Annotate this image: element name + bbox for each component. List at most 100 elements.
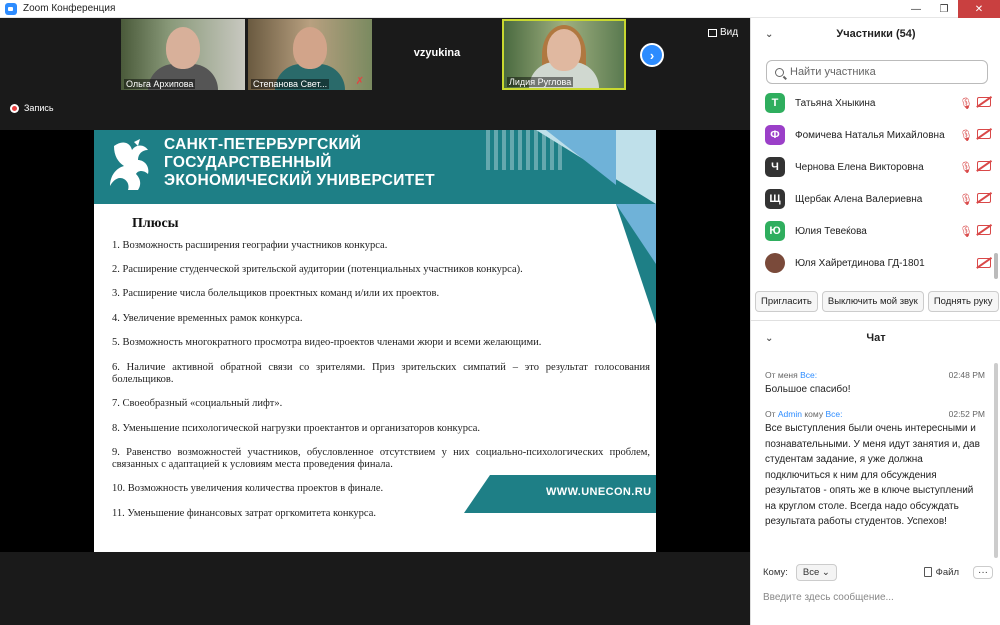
record-icon [10,103,19,113]
participant-name: Юля Хайретдинова ГД-1801 [795,257,925,269]
video-thumb-4[interactable]: Лидия Руглова [502,19,626,90]
participant-video [293,27,327,69]
to-label: Кому: [763,566,788,578]
mic-muted-icon[interactable]: 🎙︎ [959,129,973,142]
video-thumb-1[interactable]: Ольга Архипова [121,19,245,90]
maximize-button[interactable]: ❐ [930,0,958,18]
chat-header: ⌄ Чат [751,326,1000,350]
message-to[interactable]: Все: [800,370,817,380]
avatar: Ф [765,125,785,145]
slide-item: 9. Равенство возможностей участников, об… [112,447,650,470]
thumb-name: Лидия Руглова [507,77,574,87]
slide-header: САНКТ-ПЕТЕРБУРГСКИЙ ГОСУДАРСТВЕННЫЙ ЭКОН… [94,130,656,204]
file-button[interactable]: Файл [923,567,959,578]
chat-title: Чат [866,332,886,344]
video-thumb-2[interactable]: Степанова Свет... ✗ [248,19,372,90]
thumb-name: Степанова Свет... [251,79,330,89]
participant-scrollbar[interactable] [994,253,998,279]
video-off-icon[interactable] [977,192,991,203]
invite-button[interactable]: Пригласить [755,291,818,312]
university-line: ГОСУДАРСТВЕННЫЙ [164,154,332,171]
participant-actions: Пригласить Выключить мой звук Поднять ру… [755,291,999,312]
decor-shape [616,204,656,264]
video-off-icon[interactable] [977,128,991,139]
raise-hand-button[interactable]: Поднять руку [927,291,999,312]
participant-name: Щербак Алена Валериевна [795,193,923,205]
window-title: Zoom Конференция [23,3,116,14]
mic-muted-icon[interactable]: 🎙︎ [959,225,973,238]
slide-item: 2. Расширение студенческой зрительской а… [112,264,523,275]
slide-item: 6. Наличие активной обратной связи со зр… [112,362,650,385]
slide-item: 5. Возможность многократного просмотра в… [112,337,542,348]
message-text: Большое спасибо! [765,384,851,395]
minimize-button[interactable]: — [902,0,930,18]
slide-url: WWW.UNECON.RU [546,486,652,498]
avatar: Т [765,93,785,113]
video-off-icon[interactable] [977,258,991,268]
view-label: Вид [720,27,739,38]
mic-muted-icon[interactable]: 🎙︎ [959,193,973,206]
message-from: От [765,409,776,419]
slide-title: Плюсы [132,216,179,231]
slide-item: 3. Расширение числа болельщиков проектны… [112,288,440,299]
participant-row[interactable]: Юля Хайретдинова ГД-1801 [751,248,995,278]
slide-item: 8. Уменьшение психологической нагрузки п… [112,423,481,434]
participant-name: Фомичева Наталья Михайловна [795,129,945,141]
thumb-name: Ольга Архипова [124,79,196,89]
close-button[interactable]: ✕ [958,0,1000,18]
chat-message-input[interactable]: Введите здесь сообщение... [763,586,991,608]
participant-row[interactable]: Ч Чернова Елена Викторовна 🎙︎ [751,152,995,182]
participant-name: Юлия Тевеќова [795,225,867,237]
side-panel: ⌄ Участники (54) Найти участника Т Татья… [750,18,1000,625]
griffin-logo-icon [110,139,149,190]
participant-row[interactable]: Т Татьяна Хныкина 🎙︎ [751,88,995,118]
avatar: Ю [765,221,785,241]
message-meta: От меня Все: 02:48 PM [765,370,985,380]
mic-muted-icon[interactable]: 🎙︎ [959,161,973,174]
search-icon [775,67,784,77]
message-time: 02:48 PM [948,370,985,380]
slide-item: 1. Возможность расширения географии учас… [112,240,388,251]
message-sender[interactable]: Admin [778,409,802,419]
more-options-button[interactable]: ··· [973,565,993,579]
mic-muted-icon: ✗ [355,76,364,87]
message-text: Все выступления были очень интересными и… [765,423,980,527]
message-to-prefix: кому [804,409,824,419]
message-from: От меня [765,370,798,380]
decor-shape [546,130,616,185]
window-titlebar: Zoom Конференция — ❐ ✕ [0,0,1000,18]
participant-row[interactable]: Ф Фомичева Наталья Михайловна 🎙︎ [751,120,995,150]
gallery-strip: Ольга Архипова Степанова Свет... ✗ vzyuk… [0,18,750,93]
chat-recipient-row: Кому: Все ⌄ Файл ··· [763,562,993,582]
next-page-icon[interactable]: › [640,43,664,67]
slide-item: 10. Возможность увеличения количества пр… [112,483,384,494]
grid-view-icon [708,28,717,37]
mic-muted-icon[interactable]: 🎙︎ [959,97,973,110]
participant-row[interactable]: Ю Юлия Тевеќова 🎙︎ [751,216,995,246]
message-to[interactable]: Все: [825,409,842,419]
participant-video [547,29,581,71]
window-controls: — ❐ ✕ [902,0,1000,18]
video-off-icon[interactable] [977,224,991,235]
recipient-select[interactable]: Все ⌄ [795,563,837,581]
participants-header: ⌄ Участники (54) [751,18,1000,50]
chevron-down-icon[interactable]: ⌄ [765,333,773,344]
shared-slide: САНКТ-ПЕТЕРБУРГСКИЙ ГОСУДАРСТВЕННЫЙ ЭКОН… [94,130,656,552]
video-thumb-3[interactable]: vzyukina [375,19,499,90]
bottom-strip [0,570,750,625]
view-button[interactable]: Вид [708,27,738,38]
mute-me-button[interactable]: Выключить мой звук [821,291,924,312]
video-off-icon[interactable] [977,96,991,107]
avatar [765,253,785,273]
chat-scrollbar[interactable] [994,363,998,558]
participant-video [166,27,200,69]
university-line: ЭКОНОМИЧЕСКИЙ УНИВЕРСИТЕТ [164,172,435,189]
participant-search-input[interactable]: Найти участника [766,60,988,84]
chat-input-placeholder: Введите здесь сообщение... [763,591,894,603]
chevron-down-icon[interactable]: ⌄ [765,29,773,40]
participant-row[interactable]: Щ Щербак Алена Валериевна 🎙︎ [751,184,995,214]
video-off-icon[interactable] [977,160,991,171]
search-placeholder: Найти участника [790,66,876,78]
university-name: САНКТ-ПЕТЕРБУРГСКИЙ ГОСУДАРСТВЕННЫЙ ЭКОН… [164,136,435,190]
zoom-app-icon [5,2,17,15]
